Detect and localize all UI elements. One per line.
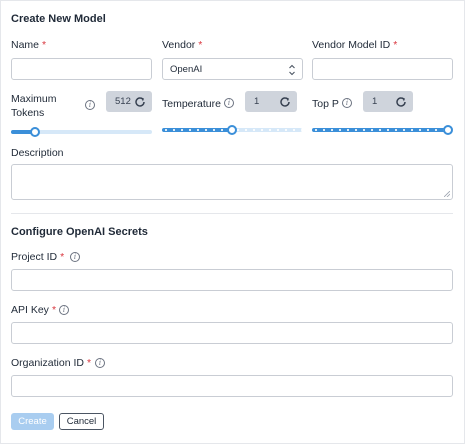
temperature-number-input[interactable]: 1 xyxy=(245,91,297,112)
max-tokens-number-input[interactable]: 512 xyxy=(106,91,152,112)
organization-id-input[interactable] xyxy=(11,375,453,397)
required-marker: * xyxy=(86,357,92,369)
vendor-select[interactable]: OpenAI xyxy=(162,58,303,80)
project-id-label: Project ID * xyxy=(11,251,64,263)
chevron-up-down-icon xyxy=(289,64,295,76)
info-icon[interactable]: i xyxy=(224,98,234,108)
max-tokens-value: 512 xyxy=(115,96,131,107)
api-key-label: API Key * xyxy=(11,304,56,316)
name-label: Name * xyxy=(11,39,46,51)
info-icon[interactable]: i xyxy=(59,305,69,315)
cancel-button[interactable]: Cancel xyxy=(59,413,104,430)
info-icon[interactable]: i xyxy=(70,252,80,262)
name-input[interactable] xyxy=(11,58,152,80)
required-marker: * xyxy=(42,39,47,51)
top-p-slider-thumb[interactable] xyxy=(443,125,453,135)
section-divider xyxy=(11,213,453,214)
refresh-icon[interactable] xyxy=(132,94,148,110)
info-icon[interactable]: i xyxy=(85,100,95,110)
create-button[interactable]: Create xyxy=(11,413,54,430)
temperature-label: Temperature xyxy=(162,98,221,110)
required-marker: * xyxy=(60,251,65,263)
description-label: Description xyxy=(11,147,64,159)
vendor-model-id-label-text: Vendor Model ID xyxy=(312,39,391,51)
project-id-label-text: Project ID xyxy=(11,251,58,263)
description-textarea[interactable] xyxy=(11,164,453,200)
top-p-number-input[interactable]: 1 xyxy=(363,91,413,112)
vendor-model-id-label: Vendor Model ID * xyxy=(312,39,397,51)
refresh-icon[interactable] xyxy=(393,94,409,110)
vendor-model-id-input[interactable] xyxy=(312,58,453,80)
temperature-slider-thumb[interactable] xyxy=(227,125,237,135)
name-label-text: Name xyxy=(11,39,40,51)
form-title: Create New Model xyxy=(11,13,106,25)
api-key-label-text: API Key xyxy=(11,304,49,316)
info-icon[interactable]: i xyxy=(95,358,105,368)
required-marker: * xyxy=(198,39,203,51)
temperature-value: 1 xyxy=(254,96,260,107)
refresh-icon[interactable] xyxy=(277,94,293,110)
max-tokens-label: Maximum Tokens xyxy=(11,93,57,119)
api-key-input[interactable] xyxy=(11,322,453,344)
vendor-label: Vendor * xyxy=(162,39,202,51)
secrets-title: Configure OpenAI Secrets xyxy=(11,226,148,238)
top-p-value: 1 xyxy=(372,96,378,107)
vendor-selected-value: OpenAI xyxy=(170,63,203,75)
slider-step-marks xyxy=(312,128,452,132)
organization-id-label: Organization ID * xyxy=(11,357,91,369)
max-tokens-slider-thumb[interactable] xyxy=(30,127,40,137)
vendor-label-text: Vendor xyxy=(162,39,196,51)
top-p-label: Top P xyxy=(312,98,339,110)
organization-id-label-text: Organization ID xyxy=(11,357,84,369)
info-icon[interactable]: i xyxy=(342,98,352,108)
project-id-input[interactable] xyxy=(11,269,453,291)
top-p-slider-track[interactable] xyxy=(312,128,452,132)
resize-handle-icon[interactable] xyxy=(444,191,450,197)
required-marker: * xyxy=(393,39,398,51)
required-marker: * xyxy=(51,304,57,316)
